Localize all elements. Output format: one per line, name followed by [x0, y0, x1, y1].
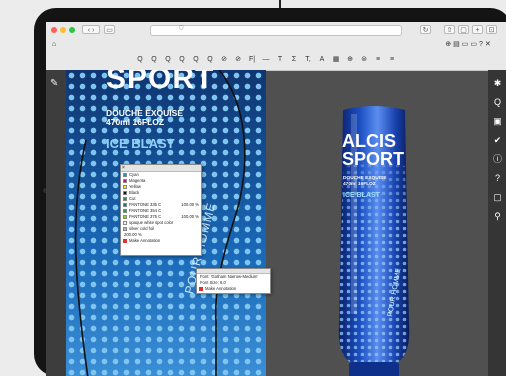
toolbar-tool-0[interactable]: Q — [134, 56, 146, 64]
right-tool-2[interactable]: ▣ — [492, 116, 503, 127]
right-tool-6[interactable]: ▢ — [492, 192, 503, 203]
panel-close-icon[interactable]: × — [122, 165, 125, 171]
bottle-ice-text: ICE BLAST — [343, 192, 380, 199]
ink-swatch — [123, 173, 127, 177]
right-tool-7[interactable]: ⚲ — [492, 211, 503, 222]
address-bar[interactable]: ⛉ — [150, 25, 402, 36]
ink-name: PANTONE 375 C — [129, 214, 162, 219]
add-tab-button[interactable]: + — [472, 25, 483, 34]
right-tool-3[interactable]: ✔ — [492, 135, 503, 146]
zoom-dot[interactable] — [69, 27, 75, 33]
edit-icon[interactable]: ✎ — [50, 78, 58, 89]
toolbar-tool-16[interactable]: ⊜ — [358, 56, 370, 64]
window-actions[interactable]: ⊕▤▭▭?✕ — [436, 41, 502, 49]
ink-name: PANTONE 354 C — [129, 208, 162, 213]
close-dot[interactable] — [51, 27, 57, 33]
ink-swatch — [123, 209, 127, 213]
bottle-3d-preview[interactable]: ALCIS SPORT DOUCHE EXQUISE 470ml 16FLOZ … — [331, 106, 417, 376]
bottle-brand-line1: ALCIS — [342, 131, 396, 151]
bottle-douche-text: DOUCHE EXQUISE — [343, 176, 387, 181]
make-annotation-row[interactable]: Make Annotation — [121, 238, 201, 244]
font-make-annotation-row[interactable]: Make Annotation — [197, 286, 270, 292]
refresh-button[interactable]: ↻ — [420, 25, 431, 34]
ink-name: Magenta — [129, 178, 146, 183]
app-screen: ‹ › ▭ ⛉ ↻ ⇧ ▢ + ⊡ ⌂ ⊕▤▭▭?✕ Q Q Q Q Q Q ⊘ ⊘ F| — T Σ… — [46, 22, 506, 376]
ink-swatch — [123, 191, 127, 195]
ink-name: Cut — [129, 196, 136, 201]
toolbar-tool-10[interactable]: T — [274, 56, 286, 64]
extensions-button[interactable]: ⊡ — [486, 25, 497, 34]
ink-name: silver cold foil — [129, 226, 155, 231]
toolbar-tool-15[interactable]: ⊕ — [344, 56, 356, 64]
right-tool-5[interactable]: ? — [492, 173, 503, 184]
toolbar-tool-12[interactable]: T, — [302, 56, 314, 64]
ink-swatch — [123, 185, 127, 189]
toolbar-tool-7[interactable]: ⊘ — [232, 56, 244, 64]
right-tool-1[interactable]: Q — [492, 97, 503, 108]
ink-swatch — [123, 179, 127, 183]
toolbar-tool-17[interactable]: ≡ — [372, 56, 384, 64]
ink-name: Cyan — [129, 172, 139, 177]
bottle-volume-text: 470ml 16FLOZ — [343, 182, 376, 187]
sidebar-button[interactable]: ▭ — [104, 25, 115, 34]
right-toolbar: ✱ Q ▣ ✔ ⓘ? ▢ ⚲ — [488, 70, 506, 376]
toolbar-tool-3[interactable]: Q — [176, 56, 188, 64]
ink-name: opaque white spot color — [129, 220, 174, 225]
ink-name: PANTONE 335 C — [129, 202, 162, 207]
ink-swatch — [123, 215, 127, 219]
ink-swatch — [123, 197, 127, 201]
annotation-icon — [123, 239, 127, 243]
share-button[interactable]: ⇧ — [444, 25, 455, 34]
toolbar-tool-18[interactable]: ≡ — [386, 56, 398, 64]
ink-swatch — [123, 221, 127, 225]
toolbar-tool-1[interactable]: Q — [148, 56, 160, 64]
toolbar-tool-14[interactable]: ▦ — [330, 56, 342, 64]
toolbar-tool-6[interactable]: ⊘ — [218, 56, 230, 64]
ink-swatch — [123, 203, 127, 207]
toolbar-tool-9[interactable]: — — [260, 56, 272, 64]
toolbar-tool-5[interactable]: Q — [204, 56, 216, 64]
ink-name: Black — [129, 190, 140, 195]
font-make-annotation-label: Make Annotation — [205, 286, 237, 291]
shield-icon: ⛉ — [179, 26, 184, 32]
separations-list: Cyan Magenta Yellow Black Cut PANTONE 335 C 10… — [121, 172, 201, 232]
back-forward-button[interactable]: ‹ › — [82, 25, 100, 34]
ink-swatch — [123, 227, 127, 231]
tabs-button[interactable]: ▢ — [458, 25, 469, 34]
bottle-brand-line2: SPORT — [342, 149, 405, 169]
left-toolbar: ✎ — [46, 70, 66, 376]
toolbar-tool-13[interactable]: A — [316, 56, 328, 64]
panel-header: × — [121, 165, 201, 172]
toolbar-tool-4[interactable]: Q — [190, 56, 202, 64]
font-info-panel[interactable]: Font: 'Gotham Narrow-Medium' Font Size: … — [196, 268, 271, 294]
toolbar-tool-2[interactable]: Q — [162, 56, 174, 64]
window-chrome: ‹ › ▭ ⛉ ↻ ⇧ ▢ + ⊡ ⌂ ⊕▤▭▭?✕ Q Q Q Q Q Q ⊘ ⊘ F| — T Σ… — [46, 22, 506, 71]
toolbar-tool-11[interactable]: Σ — [288, 56, 300, 64]
ink-name: Yellow — [129, 184, 141, 189]
annotation-icon — [199, 287, 203, 291]
make-annotation-label: Make Annotation — [129, 238, 161, 243]
right-tool-4[interactable]: ⓘ — [492, 154, 503, 165]
toolbar-tool-8[interactable]: F| — [246, 56, 258, 64]
minimize-dot[interactable] — [60, 27, 66, 33]
app-icon: ⌂ — [52, 41, 57, 48]
right-tool-0[interactable]: ✱ — [492, 78, 503, 89]
separations-panel[interactable]: × Cyan Magenta Yellow Black Cut PANTONE 335 C… — [120, 164, 202, 256]
